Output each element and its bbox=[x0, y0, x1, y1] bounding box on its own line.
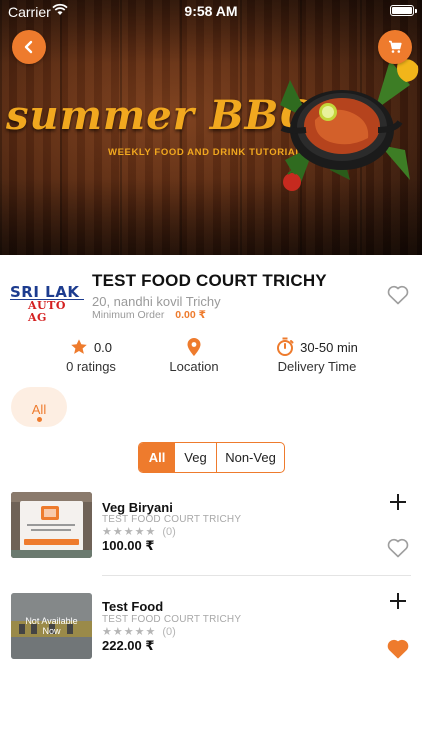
minimum-order: Minimum Order 0.00 ₹ bbox=[92, 309, 206, 321]
heart-icon bbox=[387, 639, 409, 659]
restaurant-logo: SRI LAK AUTO AG bbox=[10, 283, 84, 324]
battery-icon bbox=[390, 5, 417, 16]
star-icon: ★ bbox=[145, 626, 156, 638]
restaurant-name: TEST FOOD COURT TRICHY bbox=[92, 271, 327, 290]
min-order-label: Minimum Order bbox=[92, 309, 165, 321]
star-icon: ★ bbox=[102, 526, 112, 538]
logo-line2: AUTO AG bbox=[10, 299, 84, 324]
menu-item[interactable]: Veg Biryani TEST FOOD COURT TRICHY ★ ★ ★ ★ ★… bbox=[0, 492, 422, 582]
status-bar: Carrier 9:58 AM bbox=[0, 0, 422, 22]
favorite-item-button[interactable] bbox=[387, 639, 409, 659]
clock: 9:58 AM bbox=[184, 3, 238, 19]
item-name: Test Food bbox=[102, 599, 164, 614]
rating-label: 0 ratings bbox=[66, 359, 116, 374]
cart-button[interactable] bbox=[378, 30, 412, 64]
plus-icon bbox=[390, 494, 406, 510]
rating-count: (0) bbox=[162, 625, 176, 638]
rating-value: 0.0 bbox=[93, 339, 113, 355]
item-name: Veg Biryani bbox=[102, 500, 173, 515]
item-thumbnail-image bbox=[11, 492, 92, 558]
filter-all[interactable]: All bbox=[139, 443, 175, 472]
star-icon bbox=[71, 339, 87, 354]
item-rating: ★ ★ ★ ★ ★ (0) bbox=[102, 525, 176, 539]
plus-icon bbox=[390, 593, 406, 609]
star-icon: ★ bbox=[123, 626, 134, 638]
category-all[interactable]: All bbox=[11, 387, 67, 427]
min-order-value: 0.00 ₹ bbox=[175, 309, 206, 321]
item-restaurant: TEST FOOD COURT TRICHY bbox=[102, 514, 242, 525]
hero-banner: summer BBQ WEEKLY FOOD AND DRINK TUTORIA… bbox=[0, 0, 422, 255]
item-rating: ★ ★ ★ ★ ★ (0) bbox=[102, 625, 176, 639]
not-available-overlay: Not Available Now bbox=[11, 593, 92, 659]
item-price: 100.00 ₹ bbox=[102, 538, 155, 553]
diet-filter: All Veg Non-Veg bbox=[138, 442, 285, 473]
add-to-cart-button[interactable] bbox=[388, 591, 408, 611]
star-icon: ★ bbox=[145, 526, 156, 538]
item-price: 222.00 ₹ bbox=[102, 638, 155, 653]
rating-stat: 0.0 0 ratings bbox=[62, 337, 120, 374]
star-icon: ★ bbox=[112, 526, 123, 538]
back-arrow-icon bbox=[24, 40, 33, 54]
menu-item[interactable]: Not Available Now Test Food TEST FOOD CO… bbox=[0, 593, 422, 683]
banner-title: summer BBQ bbox=[6, 92, 316, 139]
star-icon: ★ bbox=[112, 626, 123, 638]
location-label: Location bbox=[169, 359, 219, 374]
favorite-restaurant-button[interactable] bbox=[387, 285, 409, 305]
category-label: All bbox=[31, 402, 47, 417]
category-selected-indicator bbox=[37, 417, 42, 422]
item-restaurant: TEST FOOD COURT TRICHY bbox=[102, 614, 242, 625]
filter-non-veg[interactable]: Non-Veg bbox=[217, 443, 284, 472]
star-icon: ★ bbox=[102, 626, 112, 638]
logo-line1: SRI LAK bbox=[10, 283, 80, 301]
cart-icon bbox=[389, 40, 402, 53]
back-button[interactable] bbox=[12, 30, 46, 64]
location-pin-icon bbox=[187, 338, 201, 356]
delivery-label: Delivery Time bbox=[277, 359, 357, 374]
heart-icon bbox=[387, 538, 409, 558]
restaurant-address: 20, nandhi kovil Trichy bbox=[92, 294, 221, 309]
delivery-time: 30-50 min bbox=[300, 339, 358, 355]
stopwatch-icon bbox=[277, 337, 294, 356]
add-to-cart-button[interactable] bbox=[388, 492, 408, 512]
star-icon: ★ bbox=[123, 526, 134, 538]
item-divider bbox=[102, 575, 411, 576]
heart-icon bbox=[387, 285, 409, 305]
bbq-pan-illustration bbox=[280, 59, 419, 191]
delivery-stat: 30-50 min Delivery Time bbox=[272, 337, 362, 374]
item-thumbnail: Not Available Now bbox=[11, 593, 92, 659]
filter-veg[interactable]: Veg bbox=[175, 443, 217, 472]
star-icon: ★ bbox=[134, 626, 145, 638]
location-stat[interactable]: Location bbox=[164, 337, 224, 374]
item-thumbnail bbox=[11, 492, 92, 558]
star-icon: ★ bbox=[134, 526, 145, 538]
favorite-item-button[interactable] bbox=[387, 538, 409, 558]
rating-count: (0) bbox=[162, 525, 176, 538]
